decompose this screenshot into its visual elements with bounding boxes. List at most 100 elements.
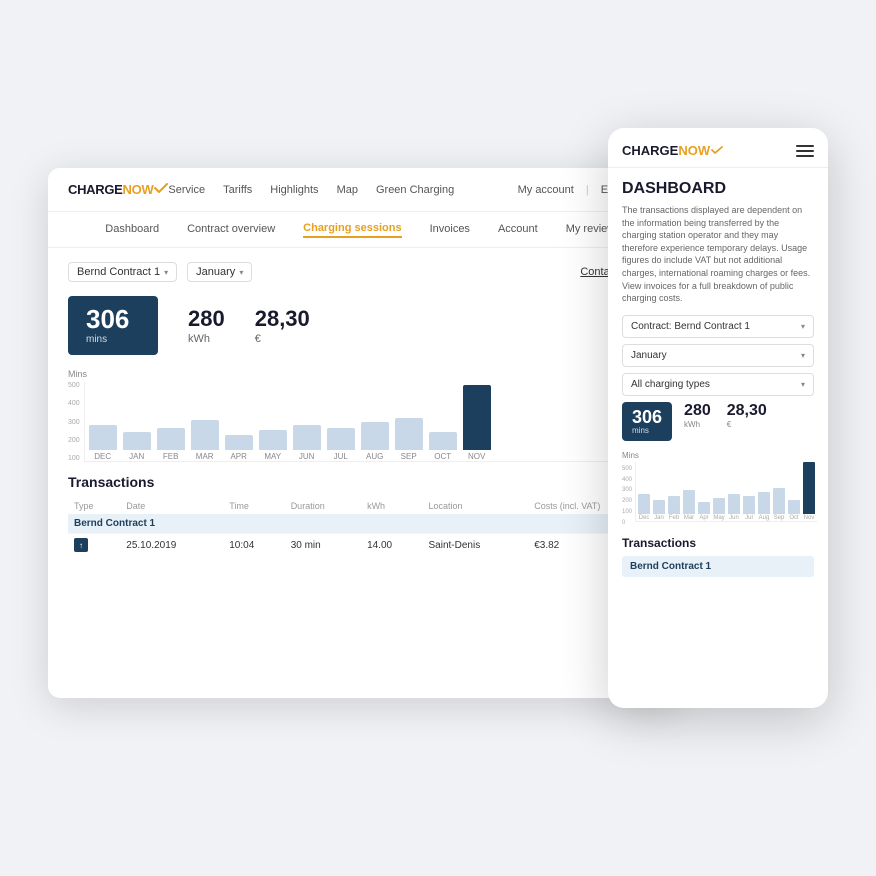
chart-bar-group: MAR (191, 420, 219, 461)
desktop-logo-text: CHARGENOW (68, 182, 153, 197)
mobile-topbar: CHARGENOW (608, 128, 828, 168)
chevron-down-icon: ▾ (164, 268, 168, 277)
chart-month-label: MAY (264, 452, 281, 461)
row-kwh: 14.00 (361, 534, 422, 557)
mobile-stat-kwh-label: kWh (684, 420, 711, 429)
mobile-charging-type-filter[interactable]: All charging types ▾ (622, 373, 814, 396)
contract-dropdown[interactable]: Bernd Contract 1 ▾ (68, 262, 177, 282)
transactions-section: Transactions Type Date Time Duration kWh… (68, 474, 658, 556)
stat-kwh-value: 280 (188, 306, 225, 332)
mobile-stat-mins-value: 306 (632, 408, 662, 426)
subnav-contract-overview[interactable]: Contract overview (187, 223, 275, 237)
mobile-stat-mins: 306 mins (622, 402, 672, 441)
mobile-chart-bar-group: Apr (698, 502, 710, 521)
topnav-myaccount[interactable]: My account (518, 184, 574, 196)
mobile-chart-bar (728, 494, 740, 514)
mobile-chart-bar (713, 498, 725, 514)
mobile-contract-row: Bernd Contract 1 (622, 556, 814, 577)
topnav-map[interactable]: Map (337, 184, 358, 196)
col-date: Date (120, 498, 223, 514)
mobile-chart-bar-group: Aug (758, 492, 770, 521)
chart-bar (429, 432, 457, 450)
desktop-content: Bernd Contract 1 ▾ January ▾ Contact sup… (48, 248, 678, 570)
mobile-chart-bar (773, 488, 785, 514)
col-location: Location (423, 498, 529, 514)
chart-bar (293, 425, 321, 450)
chevron-down-icon: ▾ (801, 351, 805, 360)
mobile-chart-month-label: Mar (684, 515, 694, 521)
chevron-down-icon: ▾ (801, 322, 805, 331)
row-date: 25.10.2019 (120, 534, 223, 557)
mobile-chart-bar-group: Dec (638, 494, 650, 521)
chart-bar (225, 435, 253, 450)
stat-mins-value: 306 (86, 306, 140, 332)
chart-month-label: JAN (129, 452, 144, 461)
contract-row: Bernd Contract 1 (68, 514, 658, 534)
mobile-chart-bar-group: Oct (788, 500, 800, 521)
chart-month-label: OCT (434, 452, 451, 461)
chart-bar (89, 425, 117, 450)
chart-bars: DECJANFEBMARAPRMAYJUNJULAUGSEPOCTNOV (84, 382, 658, 462)
mobile-checkmark-icon (711, 141, 723, 159)
chart-month-label: AUG (366, 452, 383, 461)
mobile-stats: 306 mins 280 kWh 28,30 € (622, 402, 814, 441)
row-duration: 30 min (285, 534, 361, 557)
topnav-service[interactable]: Service (168, 184, 205, 196)
mobile-chart-bar-group: May (713, 498, 725, 521)
topnav-tariffs[interactable]: Tariffs (223, 184, 252, 196)
chart-month-label: APR (230, 452, 246, 461)
mobile-contract-filter[interactable]: Contract: Bernd Contract 1 ▾ (622, 315, 814, 338)
transaction-type-icon: ↑ (74, 538, 88, 552)
chart-bar (463, 385, 491, 450)
mobile-stat-kwh-value: 280 (684, 402, 711, 420)
mobile-chart-y-label: Mins (622, 451, 814, 460)
subnav-charging-sessions[interactable]: Charging sessions (303, 222, 401, 238)
stat-kwh-label: kWh (188, 333, 225, 345)
subnav-invoices[interactable]: Invoices (430, 223, 470, 237)
mobile-chart-bar-group: Jul (743, 496, 755, 521)
chart-bar-group: NOV (463, 385, 491, 461)
mobile-mockup: CHARGENOW DASHBOARD The transactions dis… (608, 128, 828, 708)
subnav-dashboard[interactable]: Dashboard (105, 223, 159, 237)
chart-bar-group: FEB (157, 428, 185, 461)
mobile-chart-month-label: Jun (729, 515, 739, 521)
mobile-chart-month-label: May (713, 515, 724, 521)
mobile-chart-month-label: Oct (789, 515, 798, 521)
chart-bar (361, 422, 389, 450)
mobile-chart-bar (638, 494, 650, 514)
row-time: 10:04 (223, 534, 284, 557)
mobile-page-title: DASHBOARD (622, 180, 814, 198)
mobile-transactions-title: Transactions (622, 536, 814, 550)
hamburger-menu[interactable] (796, 145, 814, 157)
col-time: Time (223, 498, 284, 514)
subnav-account[interactable]: Account (498, 223, 538, 237)
chart-month-label: NOV (468, 452, 485, 461)
month-dropdown[interactable]: January ▾ (187, 262, 252, 282)
mobile-chart-bar-group: Jan (653, 500, 665, 521)
transactions-table: Type Date Time Duration kWh Location Cos… (68, 498, 658, 556)
mobile-transactions-section: Transactions Bernd Contract 1 (622, 536, 814, 577)
chart-bar-group: JAN (123, 432, 151, 461)
mobile-chart-bar-group: Nov (803, 462, 815, 521)
topnav-highlights[interactable]: Highlights (270, 184, 318, 196)
mobile-chart-bars: DecJanFebMarAprMayJunJulAugSepOctNov (635, 462, 817, 522)
mobile-stat-kwh: 280 kWh (684, 402, 711, 441)
mobile-month-filter[interactable]: January ▾ (622, 344, 814, 367)
mobile-chart-bar (668, 496, 680, 514)
chart-bar (327, 428, 355, 450)
chart-bar-group: OCT (429, 432, 457, 461)
mobile-chart-month-label: Jul (745, 515, 753, 521)
stat-mins-label: mins (86, 334, 140, 345)
mobile-chart-bar-group: Feb (668, 496, 680, 521)
mobile-logo-text: CHARGENOW (622, 143, 710, 158)
chart-bar-group: JUN (293, 425, 321, 461)
mobile-chart-month-label: Aug (759, 515, 770, 521)
topnav-green-charging[interactable]: Green Charging (376, 184, 454, 196)
chart-bar-group: DEC (89, 425, 117, 461)
desktop-topnav: CHARGENOW Service Tariffs Highlights Map… (48, 168, 678, 212)
chart-bar (395, 418, 423, 450)
stat-cost-value: 28,30 (255, 306, 310, 332)
chart-month-label: JUN (299, 452, 315, 461)
chart-bar-group: APR (225, 435, 253, 461)
desktop-logo: CHARGENOW (68, 182, 168, 198)
